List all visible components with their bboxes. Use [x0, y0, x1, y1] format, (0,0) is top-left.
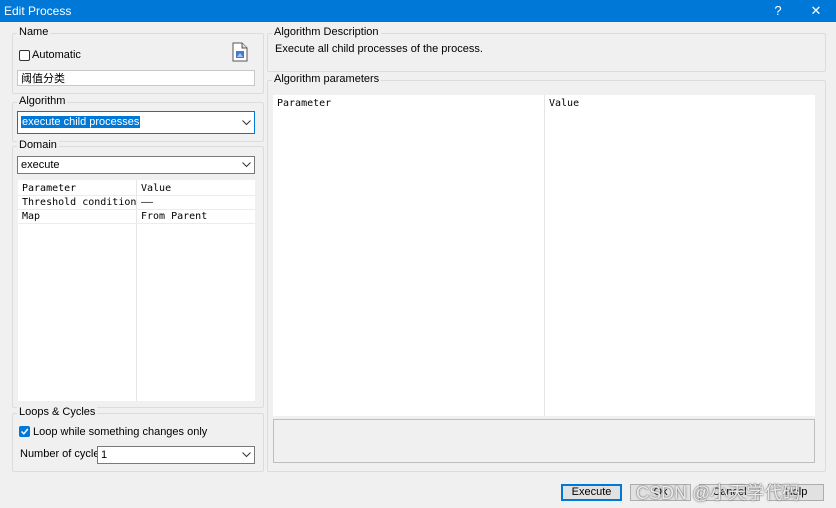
- parameter-info-panel: [273, 419, 815, 463]
- table-row[interactable]: Threshold condition ——: [18, 196, 255, 210]
- checkmark-icon: [20, 428, 29, 435]
- grid-cell-value: From Parent: [141, 211, 208, 222]
- grid-header-value: Value: [549, 98, 580, 109]
- title-bar: Edit Process ? ✕: [0, 0, 836, 22]
- algorithm-select[interactable]: execute child processes: [17, 111, 255, 134]
- grid-column-divider: [544, 95, 545, 416]
- loop-checkbox[interactable]: [19, 426, 30, 437]
- window-title: Edit Process: [4, 4, 72, 18]
- algorithm-parameters-grid[interactable]: Parameter Value: [273, 95, 815, 416]
- grid-header-row: Parameter Value: [273, 97, 815, 110]
- watermark: CSDN @小天学代码: [636, 483, 801, 503]
- grid-cell-parameter: Map: [22, 211, 41, 222]
- cycles-select[interactable]: 1: [97, 446, 255, 464]
- domain-select[interactable]: execute: [17, 156, 255, 174]
- loop-label: Loop while something changes only: [33, 426, 208, 438]
- execute-button[interactable]: Execute: [561, 484, 622, 501]
- algorithm-selected-value: execute child processes: [21, 116, 141, 128]
- help-icon[interactable]: ?: [766, 2, 790, 20]
- description-group-label: Algorithm Description: [272, 26, 381, 38]
- algorithm-description-text: Execute all child processes of the proce…: [275, 43, 483, 55]
- parameters-group-label: Algorithm parameters: [272, 73, 382, 85]
- grid-header-parameter: Parameter: [22, 183, 77, 194]
- cycles-label: Number of cycles: [20, 448, 105, 460]
- grid-header-row: Parameter Value: [18, 182, 255, 196]
- close-icon[interactable]: ✕: [804, 2, 828, 20]
- table-row[interactable]: Map From Parent: [18, 210, 255, 224]
- chevron-down-icon: [241, 447, 251, 463]
- document-icon[interactable]: [231, 42, 249, 62]
- cycles-value: 1: [101, 449, 108, 461]
- name-group-label: Name: [17, 26, 51, 38]
- grid-header-value: Value: [141, 183, 172, 194]
- grid-cell-parameter: Threshold condition: [22, 197, 137, 208]
- domain-parameters-grid[interactable]: Parameter Value Threshold condition —— M…: [18, 180, 255, 401]
- domain-selected-value: execute: [21, 159, 60, 171]
- domain-group-label: Domain: [17, 139, 59, 151]
- loops-group-label: Loops & Cycles: [17, 406, 98, 418]
- grid-header-parameter: Parameter: [277, 98, 332, 109]
- automatic-checkbox[interactable]: [19, 50, 30, 61]
- grid-cell-value: ——: [141, 197, 154, 208]
- algorithm-group-label: Algorithm: [17, 95, 68, 107]
- chevron-down-icon: [241, 157, 251, 173]
- process-name-field[interactable]: 阈值分类: [17, 70, 255, 86]
- automatic-label: Automatic: [32, 49, 81, 61]
- chevron-down-icon: [241, 112, 251, 133]
